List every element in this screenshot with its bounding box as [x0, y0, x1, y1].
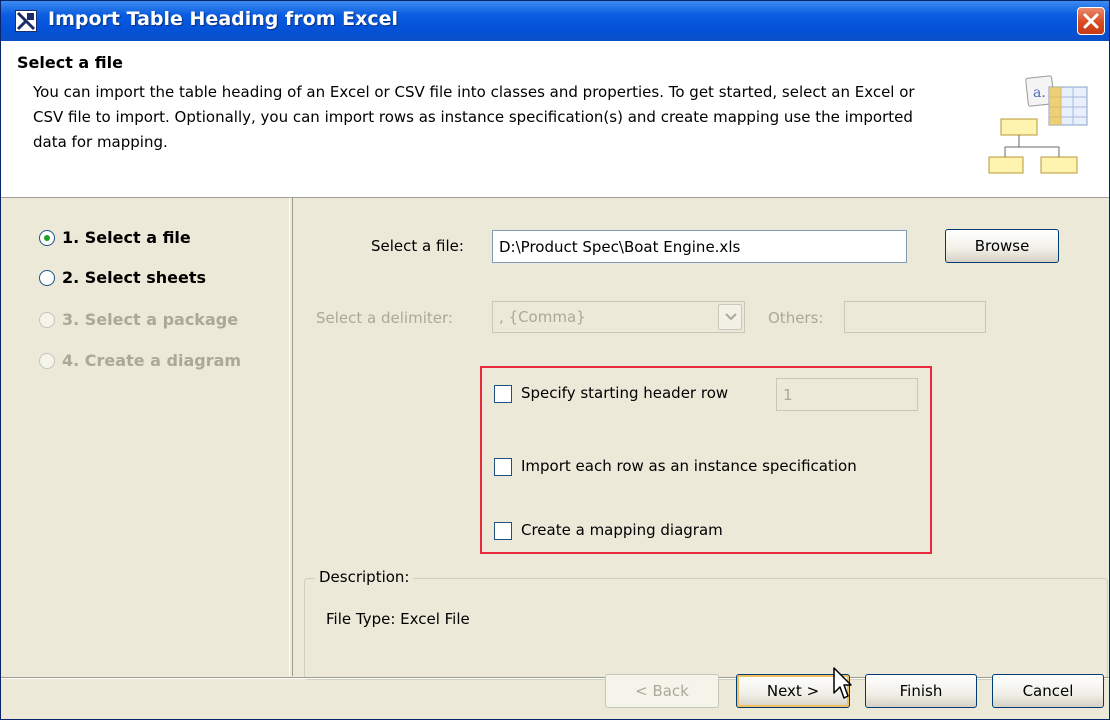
file-label: Select a file:: [371, 237, 464, 255]
cancel-button[interactable]: Cancel: [992, 674, 1104, 708]
radio-selected-icon: [39, 230, 55, 246]
close-button[interactable]: [1077, 7, 1105, 35]
step-label: 1. Select a file: [62, 228, 191, 247]
description-content: File Type: Excel File: [326, 610, 470, 628]
header-row-checkbox[interactable]: [494, 385, 512, 403]
delimiter-select: , {Comma}: [492, 301, 745, 333]
description-legend: Description:: [315, 568, 414, 586]
radio-icon: [39, 270, 55, 286]
page-title: Select a file: [17, 53, 123, 72]
wizard-steps: 1. Select a file 2. Select sheets 3. Sel…: [1, 198, 288, 676]
import-rows-label: Import each row as an instance specifica…: [521, 457, 857, 475]
chevron-down-icon: [718, 304, 742, 330]
step-label: 2. Select sheets: [62, 268, 206, 287]
back-button: < Back: [605, 674, 719, 708]
header-row-input: [776, 378, 918, 411]
import-dialog: Import Table Heading from Excel Select a…: [0, 0, 1110, 720]
page-description: You can import the table heading of an E…: [33, 83, 915, 151]
browse-button[interactable]: Browse: [945, 229, 1059, 263]
others-input: [844, 301, 986, 333]
steps-divider: [289, 198, 293, 676]
delimiter-value: , {Comma}: [499, 308, 586, 326]
delimiter-label: Select a delimiter:: [316, 309, 453, 327]
title-bar[interactable]: Import Table Heading from Excel: [1, 1, 1109, 41]
mapping-diagram-checkbox[interactable]: [494, 522, 512, 540]
import-rows-checkbox[interactable]: [494, 458, 512, 476]
radio-icon: [39, 312, 55, 328]
description-panel: Description: File Type: Excel File: [304, 568, 1108, 680]
close-icon: [1083, 13, 1099, 29]
file-path-input[interactable]: [492, 230, 907, 263]
app-icon: [15, 10, 37, 32]
step-label: 3. Select a package: [62, 310, 239, 329]
finish-button[interactable]: Finish: [865, 674, 977, 708]
table-mapping-icon: a.: [988, 75, 1088, 174]
wizard-header: Select a file You can import the table h…: [1, 41, 1109, 198]
header-row-label: Specify starting header row: [521, 384, 729, 402]
svg-text:a.: a.: [1033, 85, 1046, 101]
step-label: 4. Create a diagram: [62, 351, 242, 370]
others-label: Others:: [768, 309, 824, 327]
radio-icon: [39, 353, 55, 369]
mapping-diagram-label: Create a mapping diagram: [521, 521, 723, 539]
mouse-pointer-icon: [833, 667, 852, 699]
window-title: Import Table Heading from Excel: [48, 8, 398, 30]
